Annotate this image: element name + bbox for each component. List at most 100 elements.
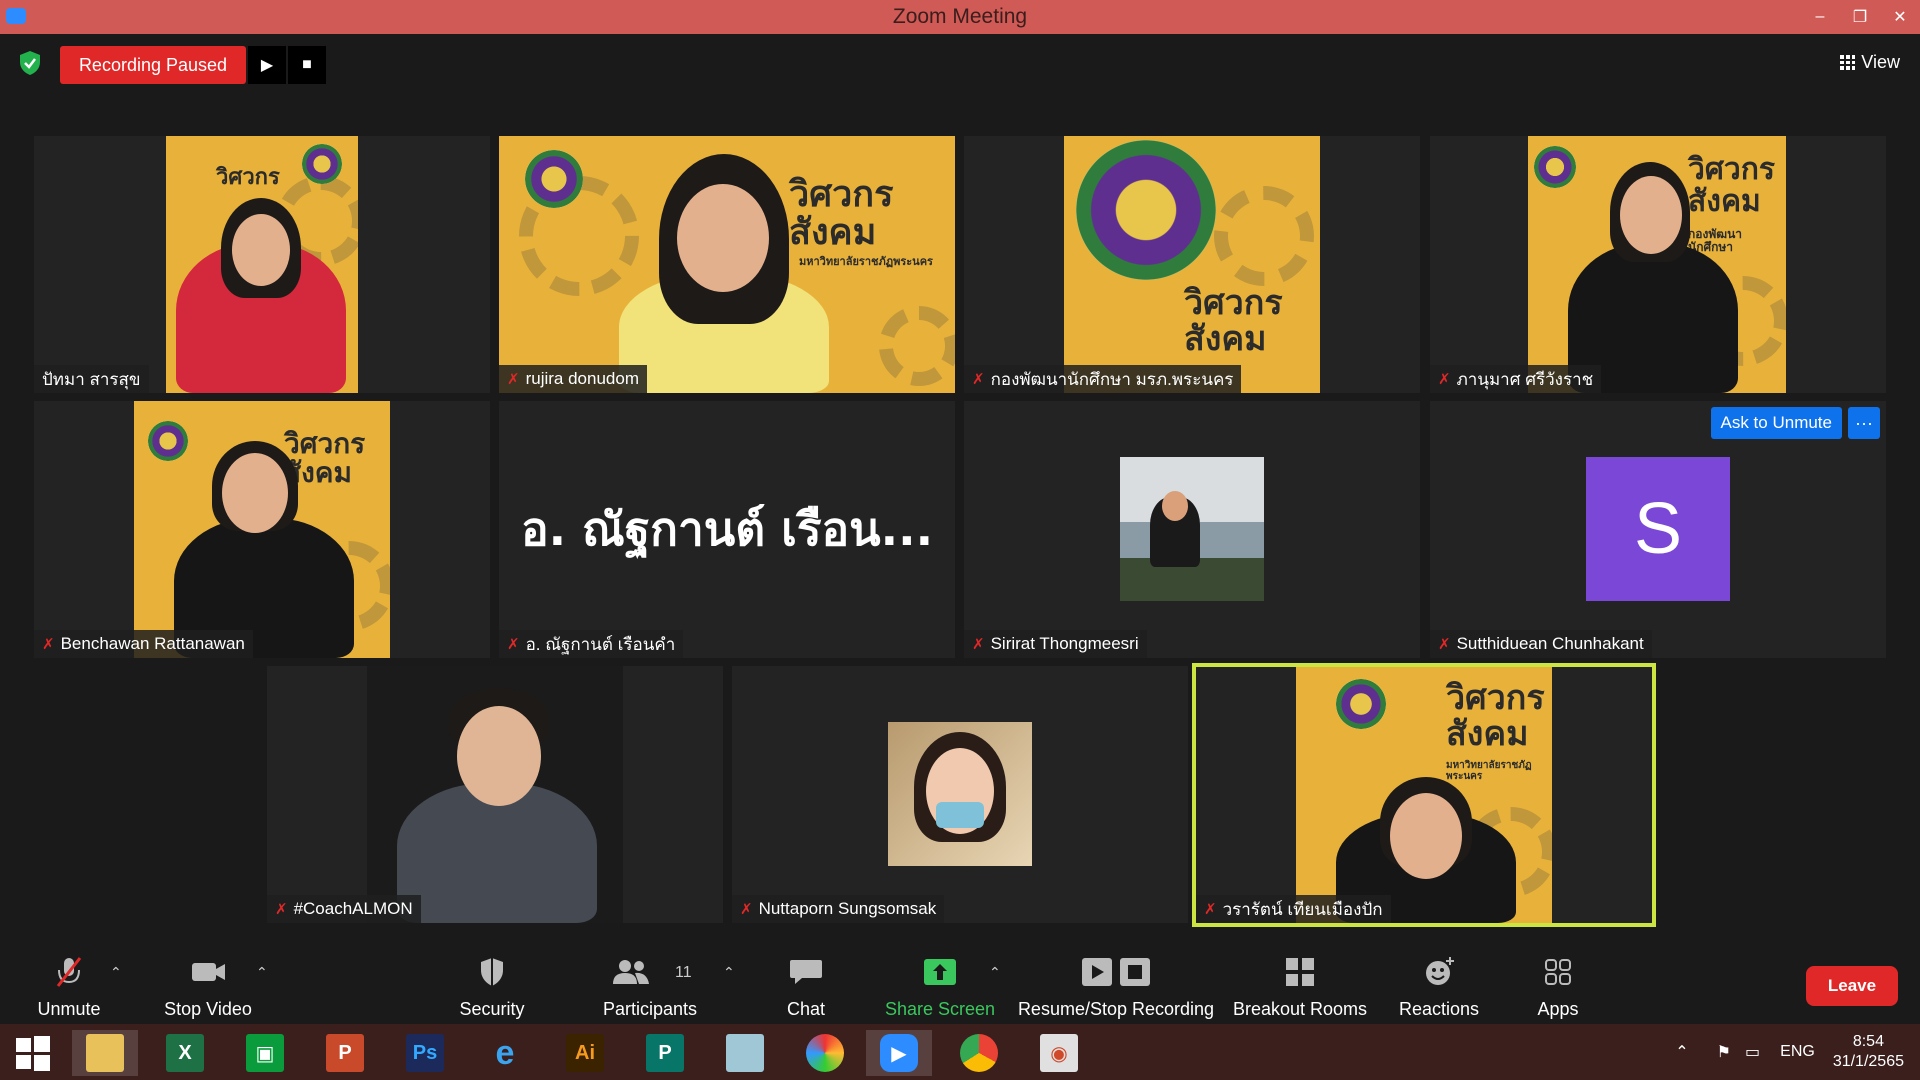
network-icon[interactable]: ▭ bbox=[1745, 1042, 1760, 1062]
restore-button[interactable]: ❐ bbox=[1840, 0, 1880, 34]
chat-bubble-icon bbox=[790, 960, 822, 984]
stop-video-button[interactable]: Stop Video bbox=[143, 952, 273, 1022]
mic-muted-icon: ✗ bbox=[42, 636, 55, 653]
apps-button[interactable]: Apps bbox=[1493, 952, 1623, 1022]
participants-options-caret[interactable]: ⌃ bbox=[723, 964, 735, 981]
video-tile[interactable]: วิศวกร สังคม มหาวิทยาลัยราชภัฏพระนคร ✗ ruj… bbox=[499, 136, 955, 393]
photos-taskbar-icon[interactable]: ◉ bbox=[1026, 1030, 1092, 1076]
video-options-caret[interactable]: ⌃ bbox=[256, 964, 268, 981]
participant-name: ปัทมา สารสุข bbox=[34, 365, 149, 393]
show-hidden-icons-caret[interactable]: ⌃ bbox=[1675, 1042, 1688, 1062]
mic-muted-icon: ✗ bbox=[275, 901, 288, 918]
participant-name: ✗ กองพัฒนานักศึกษา มรภ.พระนคร bbox=[964, 365, 1242, 393]
participant-video: วิศวกร สังคม bbox=[1064, 136, 1320, 393]
photoshop-icon: Ps bbox=[406, 1034, 444, 1072]
powerpoint-icon: P bbox=[326, 1034, 364, 1072]
participant-name: ✗ Sutthiduean Chunhakant bbox=[1430, 630, 1652, 658]
participant-video: วิศวกร สังคม กองพัฒนานักศึกษา bbox=[1528, 136, 1786, 393]
chrome-taskbar-icon[interactable] bbox=[946, 1030, 1012, 1076]
system-clock[interactable]: 8:54 31/1/2565 bbox=[1833, 1032, 1904, 1072]
photoshop-taskbar-icon[interactable]: Ps bbox=[392, 1030, 458, 1076]
clock-time: 8:54 bbox=[1852, 1033, 1884, 1050]
audio-options-caret[interactable]: ⌃ bbox=[110, 964, 122, 981]
zoom-app-icon bbox=[6, 8, 26, 24]
ask-to-unmute-button[interactable]: Ask to Unmute bbox=[1710, 407, 1842, 439]
video-tile[interactable]: วิศวกร สังคม ✗ Benchawan Rattanawan bbox=[34, 401, 490, 658]
system-tray: ⌃ ⚑ ▭ ENG 8:54 31/1/2565 bbox=[1675, 1024, 1920, 1080]
active-speaker-tile[interactable]: วิศวกร สังคม มหาวิทยาลัยราชภัฏพระนคร ✗ วรา… bbox=[1192, 663, 1656, 927]
video-tile[interactable]: ✗ Sirirat Thongmeesri bbox=[964, 401, 1420, 658]
internet-explorer-icon: e bbox=[495, 1033, 515, 1072]
share-screen-icon bbox=[924, 959, 956, 985]
language-indicator[interactable]: ENG bbox=[1780, 1043, 1815, 1061]
unmute-button[interactable]: Unmute bbox=[4, 952, 134, 1022]
participants-icon bbox=[613, 960, 649, 984]
meeting-toolbar: Unmute ⌃ Stop Video ⌃ Security 11 Partic… bbox=[0, 944, 1920, 1024]
powerpoint-taskbar-icon[interactable]: P bbox=[312, 1030, 378, 1076]
video-tile[interactable]: S Ask to Unmute ··· ✗ Sutthiduean Chunhak… bbox=[1430, 401, 1886, 658]
video-tile[interactable]: วิศวกร ปัทมา สารสุข bbox=[34, 136, 490, 393]
resume-stop-recording-button[interactable]: Resume/Stop Recording bbox=[1016, 952, 1216, 1022]
mic-muted-icon: ✗ bbox=[507, 371, 520, 388]
chat-button[interactable]: Chat bbox=[741, 952, 871, 1022]
participant-name: ✗ #CoachALMON bbox=[267, 895, 421, 923]
video-tile[interactable]: อ. ณัฐกานต์ เรือน... ✗ อ. ณัฐกานต์ เรือนค… bbox=[499, 401, 955, 658]
participant-name: ✗ ภานุมาศ ศรีวังราช bbox=[1430, 365, 1602, 393]
illustrator-icon: Ai bbox=[566, 1034, 604, 1072]
illustrator-taskbar-icon[interactable]: Ai bbox=[552, 1030, 618, 1076]
photoscape-taskbar-icon[interactable] bbox=[792, 1030, 858, 1076]
more-options-button[interactable]: ··· bbox=[1848, 407, 1880, 439]
mic-muted-icon: ✗ bbox=[740, 901, 753, 918]
reactions-button[interactable]: Reactions bbox=[1374, 952, 1504, 1022]
store-taskbar-icon[interactable]: ▣ bbox=[232, 1030, 298, 1076]
stop-recording-button[interactable]: ■ bbox=[288, 46, 326, 84]
participant-display-name: อ. ณัฐกานต์ เรือน... bbox=[520, 502, 934, 556]
video-tile[interactable]: ✗ #CoachALMON bbox=[267, 666, 723, 923]
notepad-taskbar-icon[interactable] bbox=[712, 1030, 778, 1076]
mic-muted-icon: ✗ bbox=[972, 371, 985, 388]
file-explorer-taskbar-icon[interactable] bbox=[72, 1030, 138, 1076]
play-icon: ▶ bbox=[260, 57, 274, 74]
security-button[interactable]: Security bbox=[427, 952, 557, 1022]
video-tile[interactable]: ✗ Nuttaporn Sungsomsak bbox=[732, 666, 1188, 923]
close-button[interactable]: ✕ bbox=[1880, 0, 1920, 34]
microphone-muted-icon bbox=[56, 957, 82, 987]
photos-icon: ◉ bbox=[1040, 1034, 1078, 1072]
participant-name: ✗ Benchawan Rattanawan bbox=[34, 630, 253, 658]
window-titlebar: Zoom Meeting – ❐ ✕ bbox=[0, 0, 1920, 34]
video-tile[interactable]: วิศวกร สังคม กองพัฒนานักศึกษา ✗ ภานุมาศ ศร… bbox=[1430, 136, 1886, 393]
resume-stop-recording-icon bbox=[1082, 958, 1150, 986]
participant-video: วิศวกร สังคม มหาวิทยาลัยราชภัฏพระนคร bbox=[1296, 667, 1552, 923]
participant-profile-photo bbox=[888, 722, 1032, 866]
security-shield-icon[interactable] bbox=[18, 50, 42, 76]
mic-muted-icon: ✗ bbox=[1438, 371, 1451, 388]
windows-start-button[interactable] bbox=[0, 1030, 66, 1076]
mic-muted-icon: ✗ bbox=[507, 636, 520, 653]
participants-button[interactable]: 11 Participants bbox=[585, 952, 715, 1022]
zoom-taskbar-icon[interactable]: ▶ bbox=[866, 1030, 932, 1076]
excel-taskbar-icon[interactable]: X bbox=[152, 1030, 218, 1076]
chrome-icon bbox=[960, 1034, 998, 1072]
security-shield-icon bbox=[481, 958, 503, 986]
publisher-icon: P bbox=[646, 1034, 684, 1072]
participants-count: 11 bbox=[675, 964, 692, 981]
share-screen-button[interactable]: Share Screen bbox=[875, 952, 1005, 1022]
share-options-caret[interactable]: ⌃ bbox=[989, 964, 1001, 981]
internet-explorer-taskbar-icon[interactable]: e bbox=[472, 1030, 538, 1076]
action-center-flag-icon[interactable]: ⚑ bbox=[1717, 1042, 1731, 1062]
resume-recording-button[interactable]: ▶ bbox=[248, 46, 286, 84]
grid-view-icon bbox=[1840, 55, 1856, 70]
store-bag-icon: ▣ bbox=[246, 1034, 284, 1072]
participant-name: ✗ วรารัตน์ เทียนเมืองปัก bbox=[1196, 895, 1391, 923]
video-tile[interactable]: วิศวกร สังคม ✗ กองพัฒนานักศึกษา มรภ.พระนคร bbox=[964, 136, 1420, 393]
photoscape-icon bbox=[806, 1034, 844, 1072]
view-button[interactable]: View bbox=[1840, 52, 1900, 73]
participant-profile-photo bbox=[1120, 457, 1264, 601]
mic-muted-icon: ✗ bbox=[1204, 901, 1217, 918]
participant-name: ✗ rujira donudom bbox=[499, 365, 647, 393]
breakout-rooms-icon bbox=[1286, 958, 1314, 986]
minimize-button[interactable]: – bbox=[1800, 0, 1840, 34]
publisher-taskbar-icon[interactable]: P bbox=[632, 1030, 698, 1076]
leave-button[interactable]: Leave bbox=[1806, 966, 1898, 1006]
breakout-rooms-button[interactable]: Breakout Rooms bbox=[1226, 952, 1374, 1022]
